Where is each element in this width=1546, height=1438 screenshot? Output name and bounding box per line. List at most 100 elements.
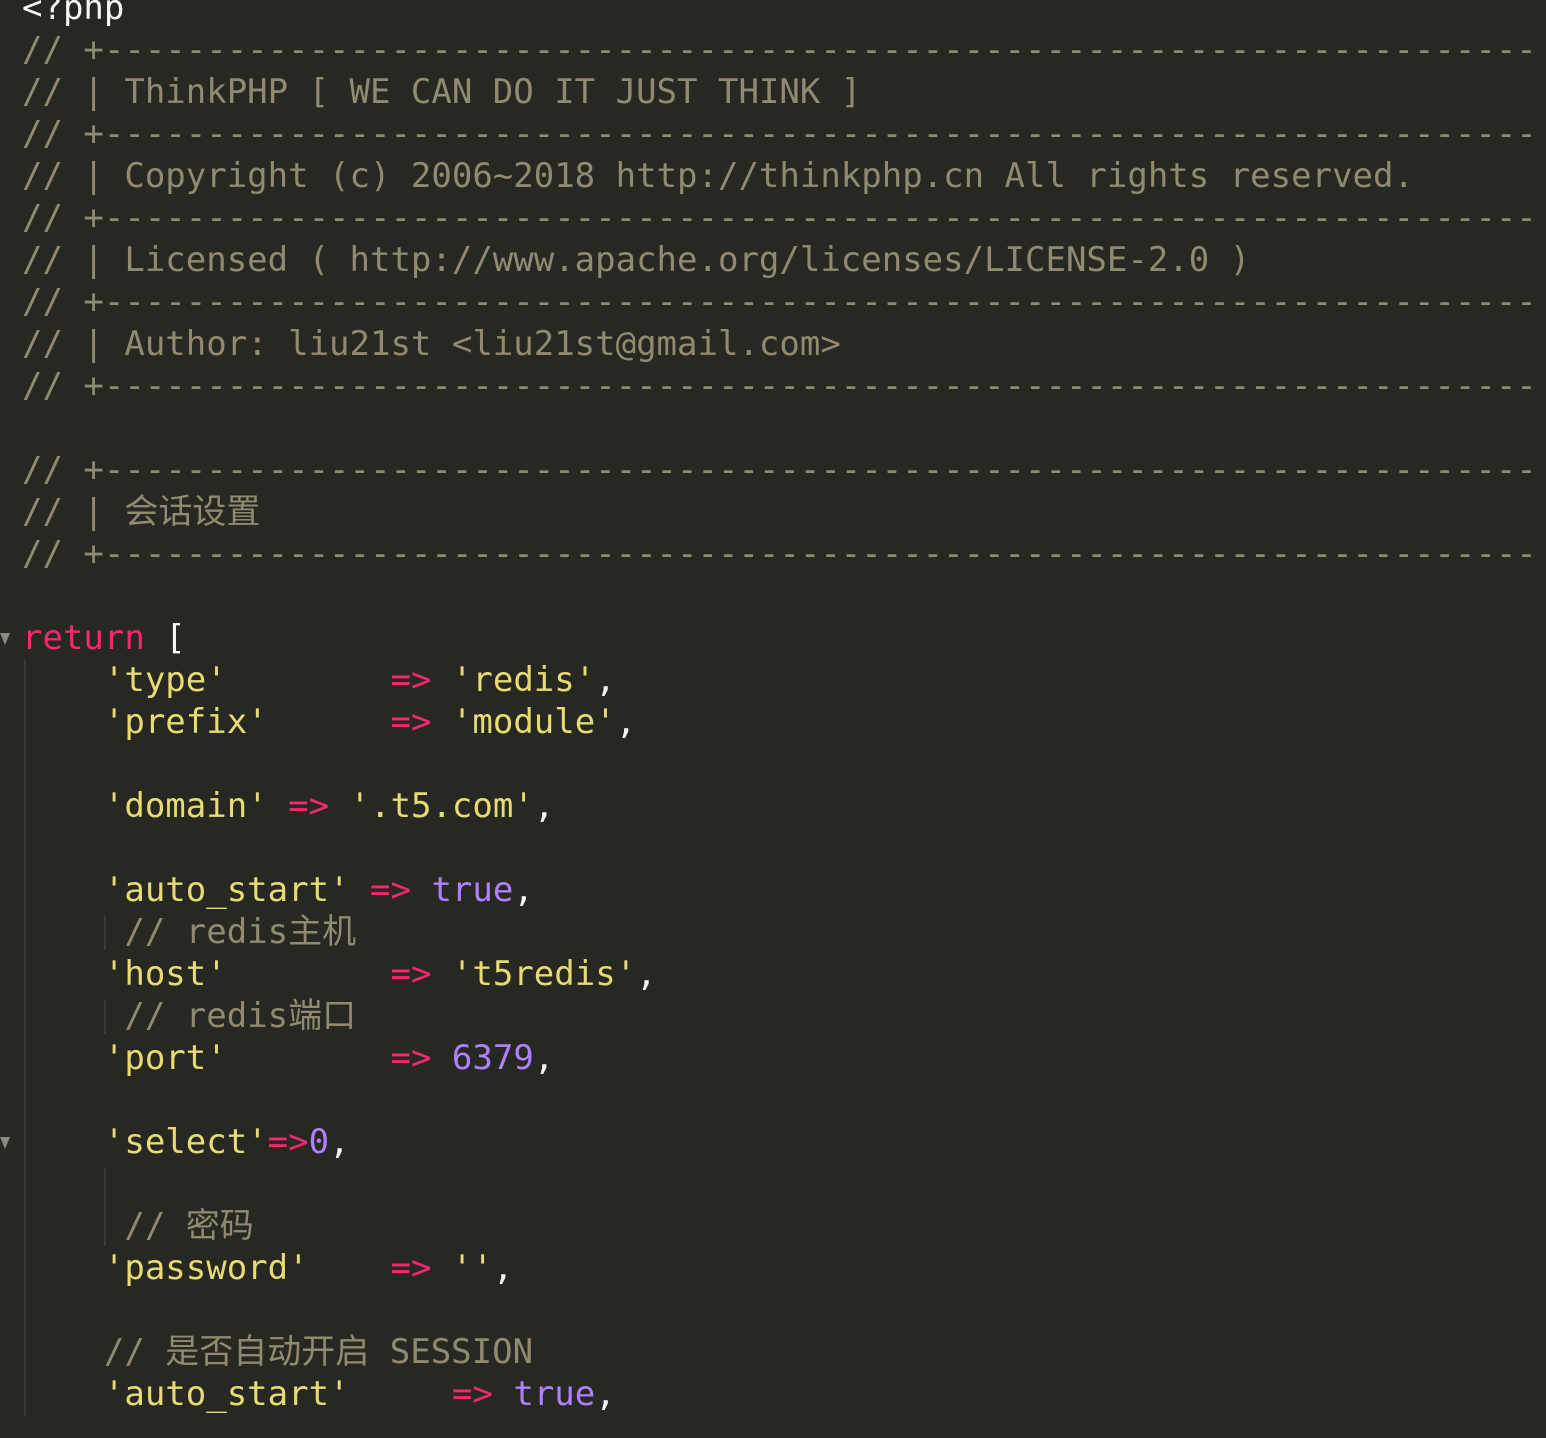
code-line[interactable]: // | Licensed ( http://www.apache.org/li… bbox=[22, 239, 1250, 281]
code-token: 'port' bbox=[103, 1038, 227, 1078]
code-token: 'auto_start' bbox=[103, 1374, 350, 1414]
code-token: // redis主机 bbox=[22, 912, 357, 952]
code-line[interactable]: 'host' => 't5redis', bbox=[22, 953, 657, 995]
code-token: 'module' bbox=[451, 702, 616, 742]
code-line[interactable]: // 密码 bbox=[22, 1205, 254, 1247]
code-token: 'type' bbox=[103, 660, 227, 700]
code-token: 'domain' bbox=[103, 786, 268, 826]
code-line[interactable]: 'domain' => '.t5.com', bbox=[22, 785, 554, 827]
code-line[interactable]: // +------------------------------------… bbox=[22, 281, 1537, 323]
code-token: '' bbox=[451, 1248, 493, 1288]
code-token: 'host' bbox=[103, 954, 227, 994]
code-token: , bbox=[513, 870, 534, 910]
code-token: // +------------------------------------… bbox=[22, 114, 1537, 154]
code-token: // | Author: liu21st <liu21st@gmail.com> bbox=[22, 324, 841, 364]
fold-triangle-icon[interactable] bbox=[0, 1137, 10, 1149]
code-token: => bbox=[390, 660, 432, 700]
code-token: => bbox=[267, 1122, 309, 1162]
code-line[interactable]: // | ThinkPHP [ WE CAN DO IT JUST THINK … bbox=[22, 71, 861, 113]
fold-triangle-icon[interactable] bbox=[0, 633, 10, 645]
code-token: // +------------------------------------… bbox=[22, 282, 1537, 322]
code-token: 0 bbox=[308, 1122, 330, 1162]
code-token: // +------------------------------------… bbox=[22, 450, 1537, 490]
code-line[interactable]: // | 会话设置 bbox=[22, 491, 260, 533]
code-token: // 密码 bbox=[22, 1206, 254, 1246]
code-line[interactable]: // redis端口 bbox=[22, 995, 356, 1037]
code-token: // redis端口 bbox=[22, 996, 357, 1036]
code-token: , bbox=[595, 660, 616, 700]
code-line[interactable]: // +------------------------------------… bbox=[22, 365, 1537, 407]
code-line[interactable]: <?php bbox=[22, 0, 124, 29]
code-token: , bbox=[492, 1248, 514, 1288]
code-token: // +------------------------------------… bbox=[22, 366, 1537, 406]
code-token: 't5redis' bbox=[451, 954, 637, 994]
code-line[interactable]: 'password' => '', bbox=[22, 1247, 513, 1289]
code-token: , bbox=[595, 1374, 616, 1414]
code-token: <?php bbox=[22, 0, 125, 28]
code-line[interactable]: 'auto_start' => true, bbox=[22, 869, 534, 911]
code-token: , bbox=[533, 1038, 555, 1078]
code-line[interactable]: 'select'=>0, bbox=[22, 1121, 350, 1163]
code-token: // | ThinkPHP [ WE CAN DO IT JUST THINK … bbox=[22, 72, 862, 112]
code-token: // | Licensed ( http://www.apache.org/li… bbox=[22, 240, 1251, 280]
code-line[interactable]: 'type' => 'redis', bbox=[22, 659, 616, 701]
indent-guide bbox=[104, 1000, 106, 1034]
code-line[interactable]: // redis主机 bbox=[22, 911, 356, 953]
code-line[interactable]: 'prefix' => 'module', bbox=[22, 701, 636, 743]
indent-guide bbox=[104, 916, 106, 950]
code-token: // | Copyright (c) 2006~2018 http://thin… bbox=[22, 156, 1414, 196]
code-editor[interactable]: <?php// +-------------------------------… bbox=[0, 0, 1546, 1438]
code-token: // 是否自动开启 SESSION bbox=[22, 1332, 534, 1372]
code-line[interactable]: // +------------------------------------… bbox=[22, 29, 1537, 71]
code-token: 'prefix' bbox=[103, 702, 268, 742]
code-token: 'password' bbox=[103, 1248, 309, 1288]
code-token: => bbox=[451, 1374, 493, 1414]
code-line[interactable]: // +------------------------------------… bbox=[22, 533, 1537, 575]
code-token: // | 会话设置 bbox=[22, 492, 261, 532]
code-token: 'select' bbox=[103, 1122, 268, 1162]
code-line[interactable]: // +------------------------------------… bbox=[22, 449, 1537, 491]
code-token: true bbox=[513, 1374, 596, 1414]
code-token: return bbox=[22, 618, 145, 658]
code-token: // +------------------------------------… bbox=[22, 534, 1537, 574]
code-token: , bbox=[533, 786, 555, 826]
code-line[interactable]: 'port' => 6379, bbox=[22, 1037, 554, 1079]
code-token: true bbox=[431, 870, 514, 910]
code-line[interactable]: // | Copyright (c) 2006~2018 http://thin… bbox=[22, 155, 1414, 197]
code-token: => bbox=[288, 786, 330, 826]
code-token: 'redis' bbox=[451, 660, 596, 700]
code-token: => bbox=[370, 870, 411, 910]
code-line[interactable]: // +------------------------------------… bbox=[22, 113, 1537, 155]
code-token: 'auto_start' bbox=[103, 870, 350, 910]
indent-guide bbox=[24, 660, 26, 1416]
indent-guide bbox=[104, 1168, 106, 1246]
code-line[interactable]: 'auto_start' => true, bbox=[22, 1373, 616, 1415]
code-token: => bbox=[390, 1248, 432, 1288]
code-line[interactable]: // +------------------------------------… bbox=[22, 197, 1537, 239]
code-line[interactable]: return [ bbox=[22, 617, 186, 659]
code-line[interactable]: // 是否自动开启 SESSION bbox=[22, 1331, 533, 1373]
code-line[interactable]: // | Author: liu21st <liu21st@gmail.com> bbox=[22, 323, 841, 365]
